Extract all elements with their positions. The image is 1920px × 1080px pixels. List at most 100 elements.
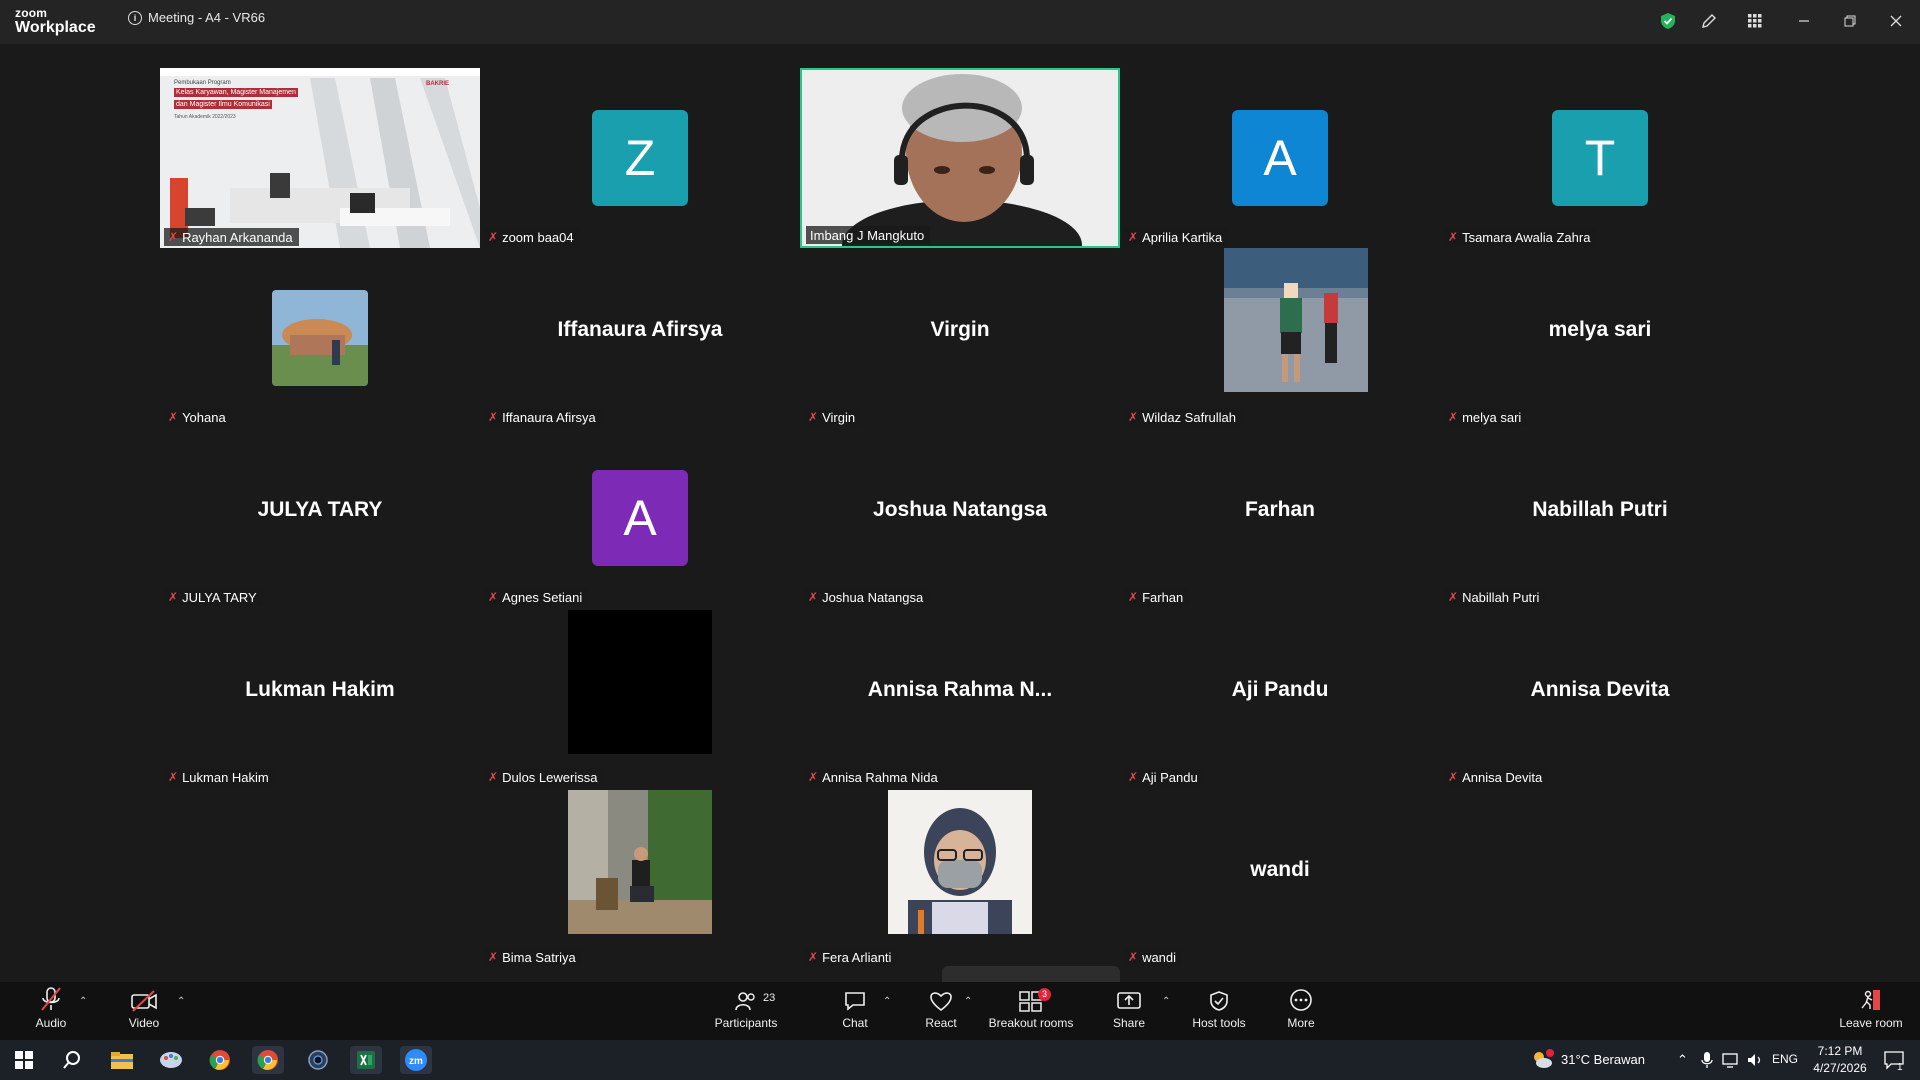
participant-tile[interactable]: Lukman Hakim ✗ Lukman Hakim xyxy=(160,608,480,788)
chat-options-chevron-icon[interactable]: ⌃ xyxy=(883,996,891,1007)
participant-tile[interactable]: ✗ Wildaz Safrullah xyxy=(1120,248,1440,428)
participant-name-label: ✗ Nabillah Putri xyxy=(1444,588,1546,606)
participant-tile[interactable]: Aji Pandu ✗ Aji Pandu xyxy=(1120,608,1440,788)
participant-tile[interactable]: ✗ Bima Satriya xyxy=(480,788,800,968)
mic-muted-icon: ✗ xyxy=(808,770,819,784)
participant-display-name: Iffanaura Afirsya xyxy=(557,318,723,341)
clock-time[interactable]: 7:12 PM xyxy=(1808,1044,1872,1058)
participant-name-label: ✗ Farhan xyxy=(1124,588,1190,606)
more-button[interactable]: More xyxy=(1256,982,1346,1040)
annotate-pencil-icon[interactable] xyxy=(1698,10,1720,32)
camera-app-icon[interactable] xyxy=(302,1046,334,1074)
mic-muted-icon: ✗ xyxy=(1128,410,1139,424)
meeting-title: Meeting - A4 - VR66 xyxy=(148,10,266,25)
file-explorer-icon[interactable] xyxy=(106,1046,138,1074)
mic-muted-icon: ✗ xyxy=(488,590,499,604)
video-button[interactable]: Video xyxy=(99,982,189,1040)
close-icon[interactable] xyxy=(1885,10,1907,32)
microphone-in-use-icon[interactable] xyxy=(1696,1046,1718,1074)
mic-muted-icon: ✗ xyxy=(808,410,819,424)
participant-tile[interactable]: Pembukaan Program Kelas Karyawan, Magist… xyxy=(160,68,480,248)
mic-muted-icon: ✗ xyxy=(1448,230,1459,244)
participants-icon xyxy=(701,982,791,1012)
chat-button[interactable]: Chat xyxy=(810,982,900,1040)
meeting-info[interactable]: i Meeting - A4 - VR66 xyxy=(128,10,265,25)
info-icon[interactable]: i xyxy=(128,10,142,25)
participant-name-label: ✗ Annisa Rahma Nida xyxy=(804,768,944,786)
participant-name-label: ✗ Lukman Hakim xyxy=(164,768,275,786)
react-options-chevron-icon[interactable]: ⌃ xyxy=(964,996,972,1007)
participant-tile[interactable]: JULYA TARY ✗ JULYA TARY xyxy=(160,428,480,608)
breakout-rooms-icon xyxy=(986,982,1076,1012)
mic-muted-icon: ✗ xyxy=(488,950,499,964)
minimize-icon[interactable] xyxy=(1793,10,1815,32)
tray-overflow-chevron-icon[interactable]: ⌃ xyxy=(1677,1052,1688,1068)
mic-muted-icon: ✗ xyxy=(488,770,499,784)
zoom-app-icon[interactable]: zm xyxy=(400,1046,432,1074)
active-speaker-tile[interactable]: Imbang J Mangkuto xyxy=(800,68,1120,248)
weather-icon[interactable] xyxy=(1526,1046,1558,1074)
participant-tile[interactable]: Z ✗ zoom baa04 xyxy=(480,68,800,248)
participant-name-label: ✗ Aji Pandu xyxy=(1124,768,1204,786)
participant-tile[interactable]: Nabillah Putri ✗ Nabillah Putri xyxy=(1440,428,1760,608)
participant-tile[interactable]: Joshua Natangsa ✗ Joshua Natangsa xyxy=(800,428,1120,608)
weather-text[interactable]: 31°C Berawan xyxy=(1561,1052,1645,1067)
clock-date[interactable]: 4/27/2026 xyxy=(1808,1061,1872,1075)
chrome-profile-icon[interactable] xyxy=(252,1046,284,1074)
breakout-rooms-button[interactable]: 3 Breakout rooms xyxy=(986,982,1076,1040)
audio-button[interactable]: Audio xyxy=(6,982,96,1040)
participant-tile[interactable]: ✗ Fera Arlianti xyxy=(800,788,1120,968)
react-button[interactable]: React xyxy=(896,982,986,1040)
svg-text:zm: zm xyxy=(409,1056,423,1067)
windows-start-icon[interactable] xyxy=(8,1046,40,1074)
participant-tile[interactable]: A ✗ Agnes Setiani xyxy=(480,428,800,608)
participant-name-label: ✗ Agnes Setiani xyxy=(484,588,589,606)
participant-display-name: wandi xyxy=(1250,858,1310,881)
participant-tile[interactable]: Virgin ✗ Virgin xyxy=(800,248,1120,428)
apps-grid-icon[interactable] xyxy=(1744,10,1766,32)
security-shield-icon[interactable] xyxy=(1657,10,1679,32)
participant-display-name: Virgin xyxy=(930,318,990,341)
participant-tile[interactable]: Iffanaura Afirsya ✗ Iffanaura Afirsya xyxy=(480,248,800,428)
volume-icon[interactable] xyxy=(1744,1046,1766,1074)
mic-muted-icon: ✗ xyxy=(1128,590,1139,604)
host-tools-button[interactable]: Host tools xyxy=(1174,982,1264,1040)
leave-room-button[interactable]: Leave room xyxy=(1826,982,1916,1040)
participant-tile[interactable]: Farhan ✗ Farhan xyxy=(1120,428,1440,608)
paint-app-icon[interactable] xyxy=(155,1046,187,1074)
language-indicator[interactable]: ENG xyxy=(1772,1052,1798,1066)
shared-slide-video: Pembukaan Program Kelas Karyawan, Magist… xyxy=(160,68,480,248)
mic-muted-icon: ✗ xyxy=(168,590,179,604)
participant-tile[interactable]: A ✗ Aprilia Kartika xyxy=(1120,68,1440,248)
mic-muted-icon: ✗ xyxy=(1448,590,1459,604)
network-icon[interactable] xyxy=(1720,1046,1742,1074)
video-options-chevron-icon[interactable]: ⌃ xyxy=(177,996,185,1007)
participant-name-label: ✗ wandi xyxy=(1124,948,1183,966)
bakrie-logo: BAKRIE xyxy=(426,81,450,87)
participant-display-name: Annisa Devita xyxy=(1530,678,1670,701)
participant-name-label: ✗ zoom baa04 xyxy=(484,228,580,246)
search-icon[interactable] xyxy=(56,1046,88,1074)
share-options-chevron-icon[interactable]: ⌃ xyxy=(1162,996,1170,1007)
participant-tile[interactable]: Annisa Devita ✗ Annisa Devita xyxy=(1440,608,1760,788)
participant-name-label: ✗ Tsamara Awalia Zahra xyxy=(1444,228,1597,246)
audio-options-chevron-icon[interactable]: ⌃ xyxy=(79,996,87,1007)
restore-icon[interactable] xyxy=(1839,10,1861,32)
participant-tile[interactable]: ✗ Yohana xyxy=(160,248,480,428)
participant-tile[interactable]: ✗ Dulos Lewerissa xyxy=(480,608,800,788)
participant-tile[interactable]: melya sari ✗ melya sari xyxy=(1440,248,1760,428)
participant-tile[interactable]: wandi ✗ wandi xyxy=(1120,788,1440,968)
participant-name-label: ✗ Dulos Lewerissa xyxy=(484,768,604,786)
mic-muted-icon: ✗ xyxy=(168,770,179,784)
chrome-icon[interactable] xyxy=(204,1046,236,1074)
notifications-icon[interactable] xyxy=(1878,1046,1910,1074)
participants-button[interactable]: 23 Participants xyxy=(701,982,791,1040)
mic-muted-icon: ✗ xyxy=(1128,950,1139,964)
share-button[interactable]: Share xyxy=(1084,982,1174,1040)
participants-count: 23 xyxy=(763,992,776,1004)
participant-tile[interactable]: Annisa Rahma N... ✗ Annisa Rahma Nida xyxy=(800,608,1120,788)
participant-name-label: ✗ Aprilia Kartika xyxy=(1124,228,1229,246)
participant-tile[interactable]: T ✗ Tsamara Awalia Zahra xyxy=(1440,68,1760,248)
participant-display-name: Joshua Natangsa xyxy=(873,498,1047,521)
excel-icon[interactable] xyxy=(350,1046,382,1074)
